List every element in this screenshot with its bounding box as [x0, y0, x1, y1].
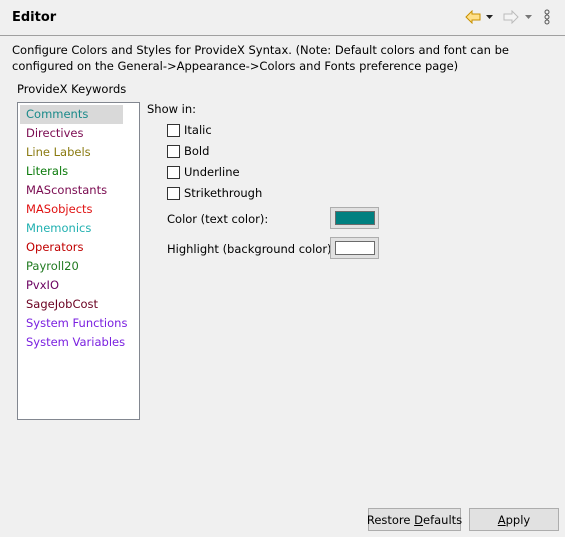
- view-menu-icon: [544, 9, 550, 25]
- checkbox-box[interactable]: [167, 165, 180, 179]
- keyword-list-item[interactable]: Literals: [20, 162, 123, 181]
- color-label: Color (text color):: [167, 212, 269, 226]
- keywords-list[interactable]: Comments Directives Line Labels Literals MAS…: [17, 102, 140, 420]
- forward-button[interactable]: [503, 9, 519, 25]
- keyword-list-item[interactable]: MASconstants: [20, 181, 123, 200]
- strikethrough-checkbox[interactable]: Strikethrough: [167, 185, 262, 201]
- keywords-label: ProvideX Keywords: [17, 82, 127, 96]
- highlight-color-swatch: [334, 241, 375, 255]
- apply-label-post: pply: [505, 512, 531, 527]
- checkbox-box[interactable]: [167, 144, 180, 158]
- header-divider: [0, 35, 565, 36]
- keyword-list-item[interactable]: SageJobCost: [20, 295, 123, 314]
- back-button[interactable]: [465, 9, 481, 25]
- bold-label: Bold: [184, 144, 210, 158]
- back-arrow-icon: [465, 10, 481, 24]
- underline-checkbox[interactable]: Underline: [167, 164, 240, 180]
- keyword-list-item[interactable]: System Variables: [20, 333, 125, 352]
- back-dropdown[interactable]: [486, 9, 494, 25]
- keyword-list-item[interactable]: Operators: [20, 238, 123, 257]
- checkbox-box[interactable]: [167, 123, 180, 137]
- restore-mnemonic: D: [414, 512, 423, 527]
- keyword-list-item[interactable]: Payroll20: [20, 257, 123, 276]
- apply-mnemonic: A: [497, 512, 506, 527]
- view-menu-button[interactable]: [544, 9, 550, 25]
- strikethrough-label: Strikethrough: [184, 186, 263, 200]
- italic-label: Italic: [184, 123, 212, 137]
- restore-defaults-button[interactable]: Restore Defaults: [366, 508, 463, 531]
- keyword-list-item[interactable]: Comments: [20, 105, 123, 124]
- restore-label-post: efaults: [423, 512, 463, 527]
- checkbox-box[interactable]: [167, 186, 180, 200]
- chevron-down-icon: [525, 15, 532, 19]
- keyword-list-item[interactable]: System Functions: [20, 314, 127, 333]
- forward-arrow-icon: [503, 10, 519, 24]
- underline-label: Underline: [184, 165, 240, 179]
- highlight-label: Highlight (background color):: [167, 242, 336, 256]
- text-color-swatch: [334, 211, 375, 225]
- forward-dropdown[interactable]: [525, 9, 533, 25]
- keyword-list-item[interactable]: MASobjects: [20, 200, 123, 219]
- italic-checkbox[interactable]: Italic: [167, 122, 212, 138]
- page-title: Editor: [12, 10, 57, 25]
- restore-label-pre: Restore: [366, 512, 415, 527]
- show-in-label: Show in:: [147, 102, 197, 116]
- keyword-list-item[interactable]: Mnemonics: [20, 219, 123, 238]
- highlight-color-button[interactable]: [330, 237, 379, 259]
- keyword-list-item[interactable]: Directives: [20, 124, 123, 143]
- bold-checkbox[interactable]: Bold: [167, 143, 209, 159]
- keyword-list-item[interactable]: Line Labels: [20, 143, 123, 162]
- text-color-button[interactable]: [330, 207, 379, 229]
- keyword-list-item[interactable]: PvxIO: [20, 276, 123, 295]
- apply-button[interactable]: Apply: [469, 508, 559, 531]
- description-text: Configure Colors and Styles for ProvideX…: [12, 43, 509, 73]
- chevron-down-icon: [486, 15, 493, 19]
